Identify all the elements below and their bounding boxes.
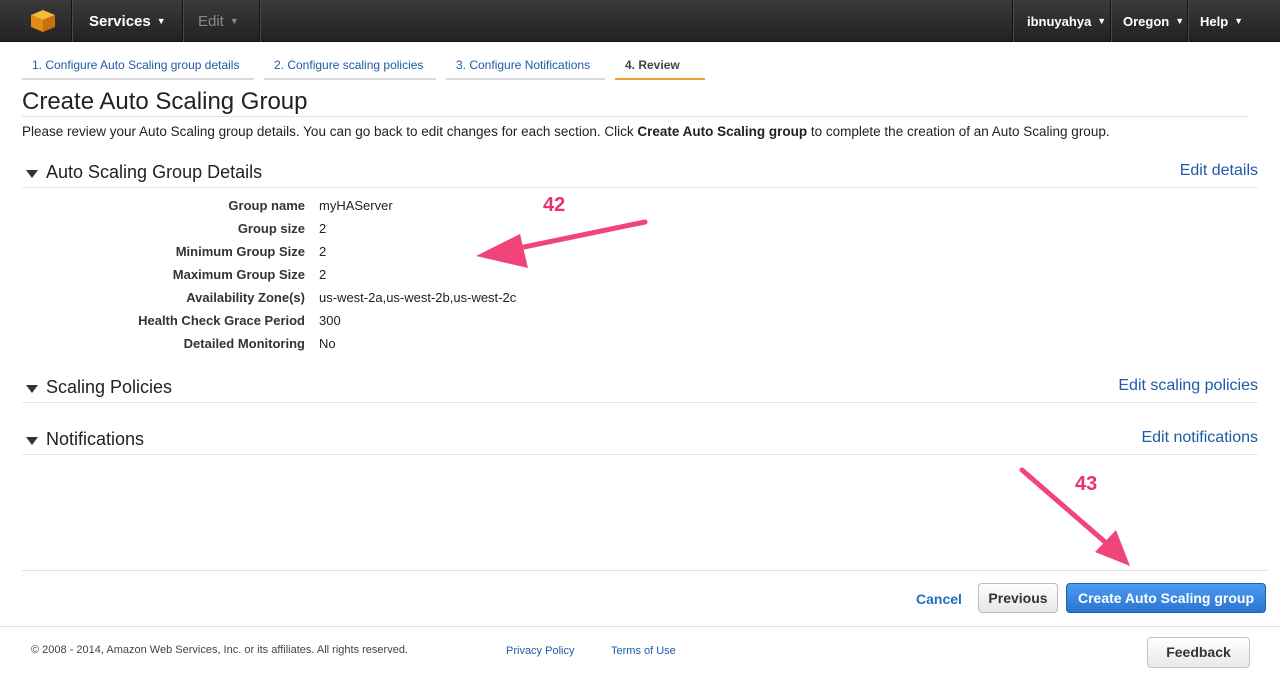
create-auto-scaling-group-button[interactable]: Create Auto Scaling group xyxy=(1066,583,1266,613)
annotation-arrowhead-42 xyxy=(476,234,528,268)
cancel-button[interactable]: Cancel xyxy=(908,585,970,613)
annotation-arrows xyxy=(476,219,1130,566)
privacy-policy-link[interactable]: Privacy Policy xyxy=(506,645,574,657)
footer-divider xyxy=(0,626,1280,627)
copyright-text: © 2008 - 2014, Amazon Web Services, Inc.… xyxy=(31,644,408,656)
actions-divider xyxy=(22,570,1268,571)
terms-of-use-link[interactable]: Terms of Use xyxy=(611,645,676,657)
previous-button[interactable]: Previous xyxy=(978,583,1058,613)
feedback-button[interactable]: Feedback xyxy=(1147,637,1250,668)
annotation-callout-42: 42 xyxy=(543,194,566,216)
annotation-callout-43: 43 xyxy=(1075,473,1098,495)
annotation-arrow-43 xyxy=(1019,467,1115,551)
